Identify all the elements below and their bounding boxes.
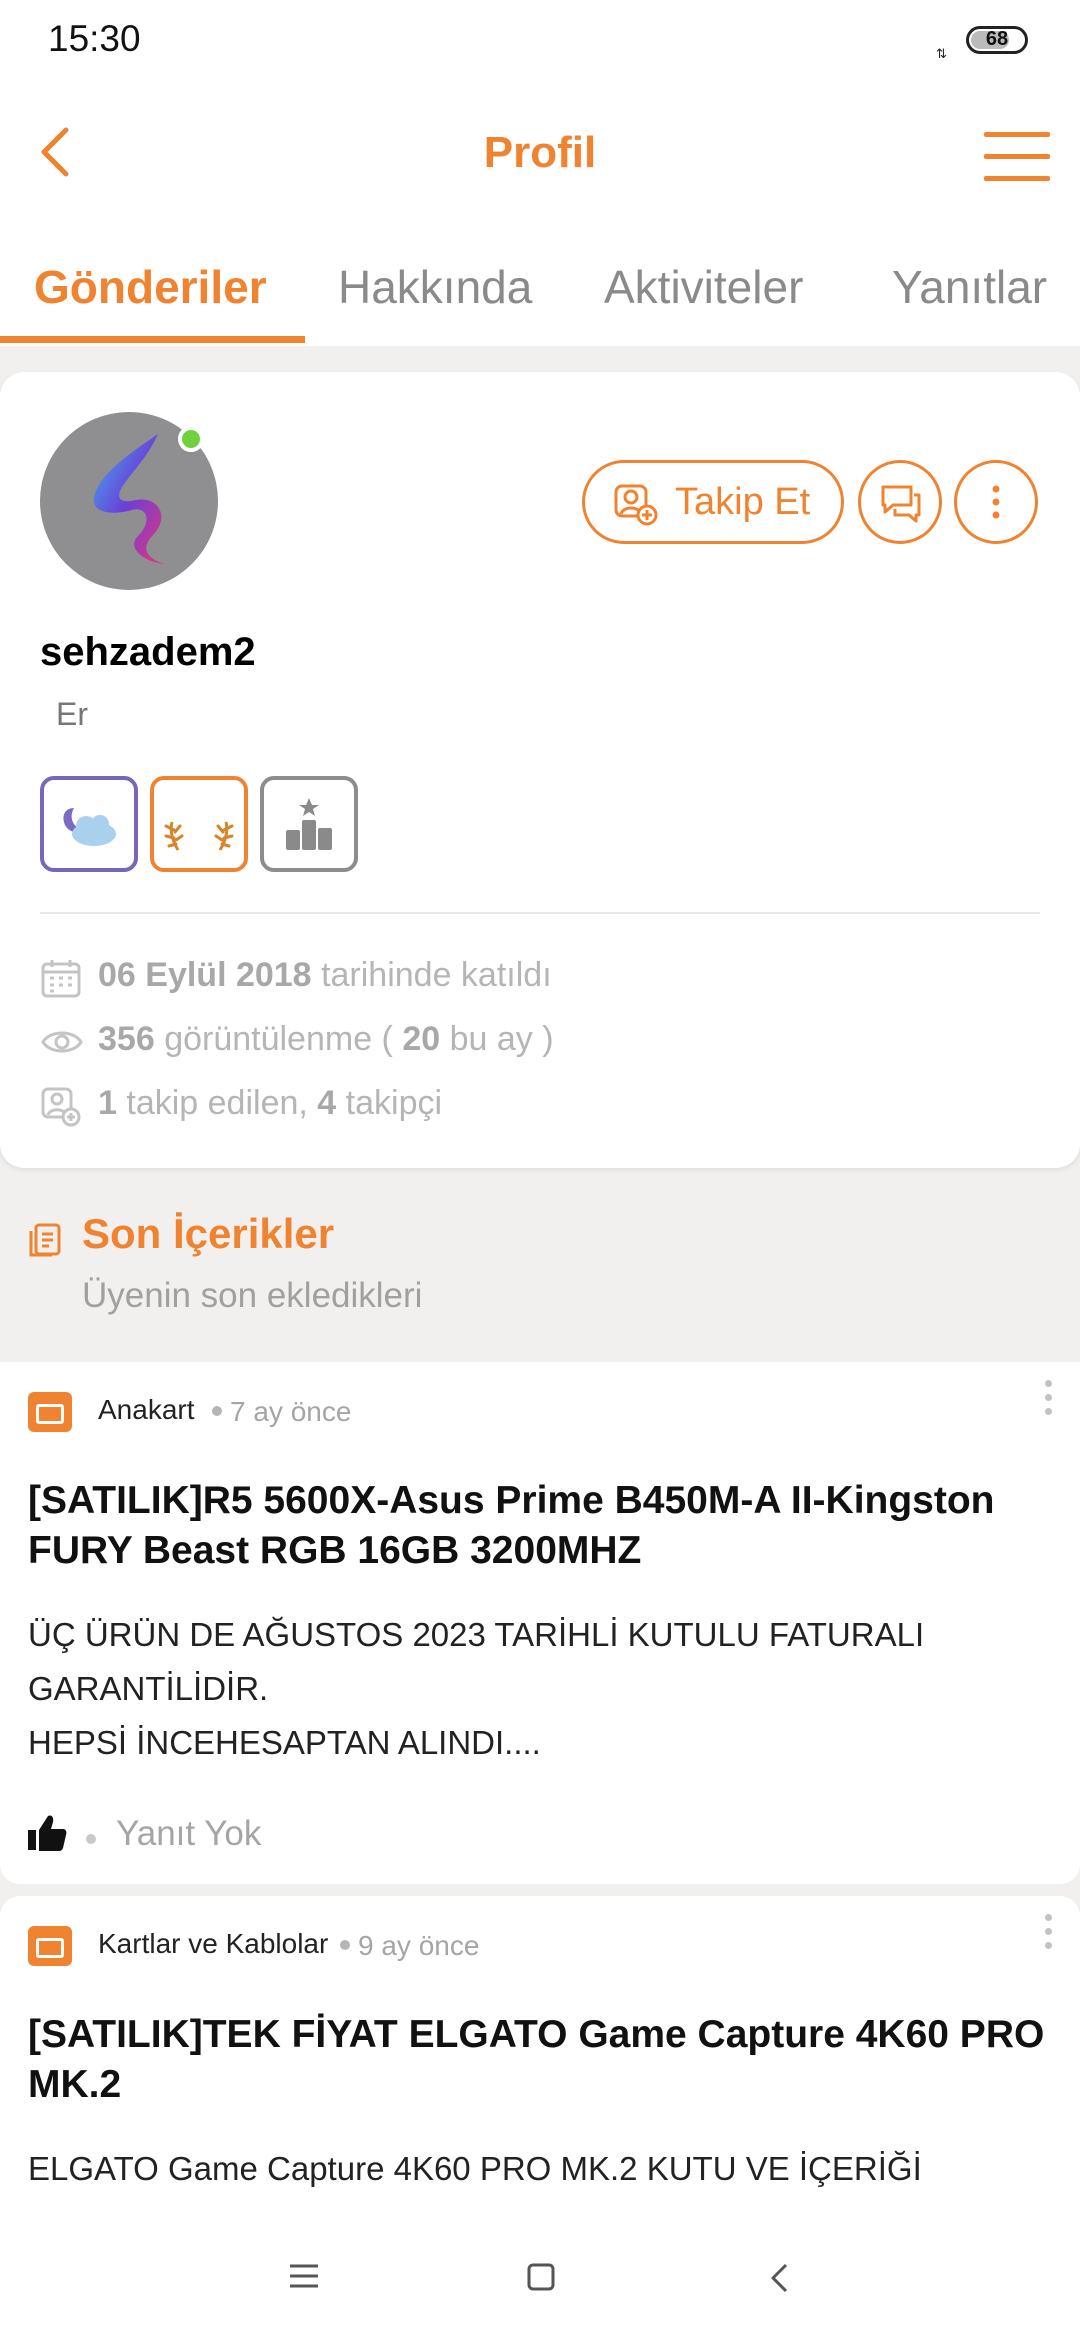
follow-counts: 1 takip edilen, 4 takipçi — [40, 1084, 940, 1128]
podium-icon — [286, 798, 332, 850]
add-user-icon — [614, 484, 658, 526]
badge-night[interactable] — [40, 776, 138, 872]
join-label: tarihinde katıldı — [321, 956, 552, 994]
moon-cloud-icon — [63, 808, 116, 846]
profile-card: Takip Et sehzadem2 Er 06 Eylül 2018 tari… — [0, 372, 1080, 1168]
follow-label: Takip Et — [675, 481, 811, 523]
user-rank: Er — [56, 696, 88, 732]
tab-activities[interactable]: Aktiviteler — [604, 260, 803, 314]
separator-dot — [212, 1406, 222, 1416]
reply-count: Yanıt Yok — [116, 1814, 262, 1853]
online-status-dot — [178, 426, 204, 452]
back-nav-icon[interactable] — [768, 2262, 792, 2294]
followers-count[interactable]: 4 — [317, 1084, 336, 1122]
laurel-icon — [164, 821, 234, 851]
hamburger-menu-icon[interactable] — [984, 128, 1050, 184]
section-subtitle: Üyenin son ekledikleri — [82, 1276, 423, 1315]
tab-replies[interactable]: Yanıtlar — [892, 260, 1047, 314]
following-count[interactable]: 1 — [98, 1084, 117, 1122]
badge-laurel[interactable] — [150, 776, 248, 872]
views-label: görüntülenme ( — [164, 1020, 393, 1058]
post-card[interactable]: Kartlar ve Kablolar 9 ay önce [SATILIK]T… — [0, 1896, 1080, 2266]
view-count: 356 görüntülenme ( 20 bu ay ) — [40, 1020, 940, 1064]
recent-apps-icon[interactable] — [288, 2262, 320, 2290]
views-total: 356 — [98, 1020, 155, 1058]
app-bar: Profil — [0, 80, 1080, 230]
home-icon[interactable] — [526, 2262, 556, 2292]
join-date: 06 Eylül 2018 — [98, 956, 312, 994]
follow-button[interactable]: Takip Et — [582, 460, 844, 544]
post-title[interactable]: [SATILIK]TEK FİYAT ELGATO Game Capture 4… — [28, 2010, 1058, 2110]
active-tab-indicator — [0, 336, 305, 343]
folder-icon — [28, 1926, 72, 1966]
tab-about[interactable]: Hakkında — [338, 260, 532, 314]
signal-icon: ⇅ — [936, 46, 947, 61]
views-month: 20 — [402, 1020, 441, 1058]
username: sehzadem2 — [40, 630, 256, 674]
status-bar: 15:30 ⇅ 68 — [0, 0, 1080, 80]
battery-icon: 68 — [966, 26, 1028, 54]
vertical-dots-icon — [992, 485, 1000, 519]
battery-level: 68 — [985, 28, 1009, 50]
section-title: Son İçerikler — [82, 1210, 335, 1257]
profile-tabs: Gönderiler Hakkında Aktiviteler Yanıtlar — [0, 230, 1080, 346]
badge-podium[interactable] — [260, 776, 358, 872]
calendar-icon — [41, 960, 81, 998]
eye-icon — [41, 1031, 83, 1053]
post-time: 7 ay önce — [230, 1396, 352, 1427]
post-card[interactable]: Anakart 7 ay önce [SATILIK]R5 5600X-Asus… — [0, 1362, 1080, 1884]
tab-posts[interactable]: Gönderiler — [34, 260, 267, 314]
post-excerpt: ELGATO Game Capture 4K60 PRO MK.2 KUTU V… — [28, 2150, 922, 2187]
status-time: 15:30 — [48, 18, 141, 59]
thumbs-up-icon[interactable] — [26, 1812, 68, 1854]
following-label[interactable]: takip edilen, — [126, 1084, 307, 1122]
joined-date: 06 Eylül 2018 tarihinde katıldı — [40, 956, 940, 1000]
more-options-button[interactable] — [954, 460, 1038, 544]
separator-dot — [340, 1940, 350, 1950]
post-options-icon[interactable] — [1044, 1912, 1054, 1952]
divider — [40, 912, 1040, 914]
system-nav-bar — [0, 2220, 1080, 2340]
post-category[interactable]: Anakart — [98, 1394, 195, 1426]
post-time: 9 ay önce — [358, 1930, 480, 1961]
post-title[interactable]: [SATILIK]R5 5600X-Asus Prime B450M-A II-… — [28, 1476, 1058, 1576]
post-category[interactable]: Kartlar ve Kablolar — [98, 1928, 328, 1960]
document-list-icon — [29, 1223, 61, 1257]
page-title: Profil — [483, 128, 597, 177]
views-month-label: bu ay ) — [449, 1020, 554, 1058]
user-follow-icon — [41, 1087, 81, 1127]
followers-label[interactable]: takipçi — [346, 1084, 442, 1122]
message-button[interactable] — [858, 460, 942, 544]
folder-icon — [28, 1392, 72, 1432]
post-options-icon[interactable] — [1044, 1378, 1054, 1418]
post-excerpt: ÜÇ ÜRÜN DE AĞUSTOS 2023 TARİHLİ KUTULU F… — [28, 1616, 925, 1761]
chat-bubbles-icon — [881, 485, 921, 523]
separator-dot — [86, 1834, 96, 1844]
